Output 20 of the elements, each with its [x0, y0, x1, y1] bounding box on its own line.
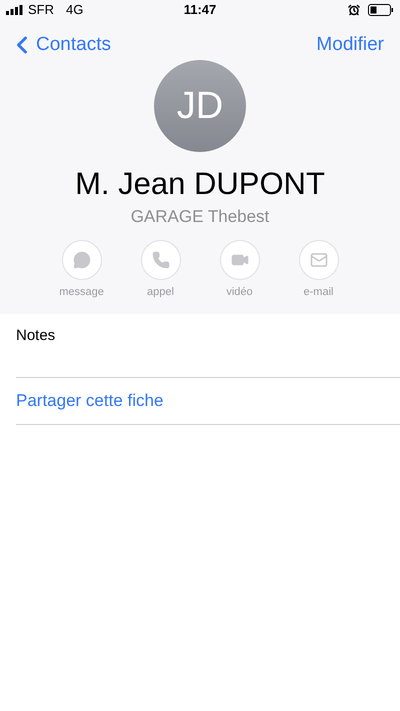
carrier: SFR: [28, 1, 54, 20]
message-icon: [72, 250, 90, 268]
edit-button[interactable]: Modifier: [316, 30, 384, 60]
notes-label: Notes: [16, 327, 56, 344]
share-contact-link[interactable]: Partager cette fiche: [16, 388, 164, 414]
mail-icon: [310, 250, 328, 268]
action-label: e-mail: [304, 284, 334, 300]
clock-time: 11:47: [184, 1, 216, 20]
network-type: 4G: [66, 1, 84, 20]
battery-icon: [368, 4, 394, 16]
company-name: GARAGE Thebest: [130, 206, 270, 228]
back-button[interactable]: Contacts: [8, 30, 111, 60]
avatar: JD: [154, 60, 246, 152]
contact-name: M. Jean DUPONT: [75, 166, 325, 202]
action-label: appel: [147, 284, 174, 300]
call-icon: [152, 250, 170, 268]
alarm-icon: [348, 4, 360, 16]
signal-icon: [6, 5, 24, 15]
action-label: message: [59, 284, 104, 300]
action-label: vidéo: [226, 284, 253, 300]
